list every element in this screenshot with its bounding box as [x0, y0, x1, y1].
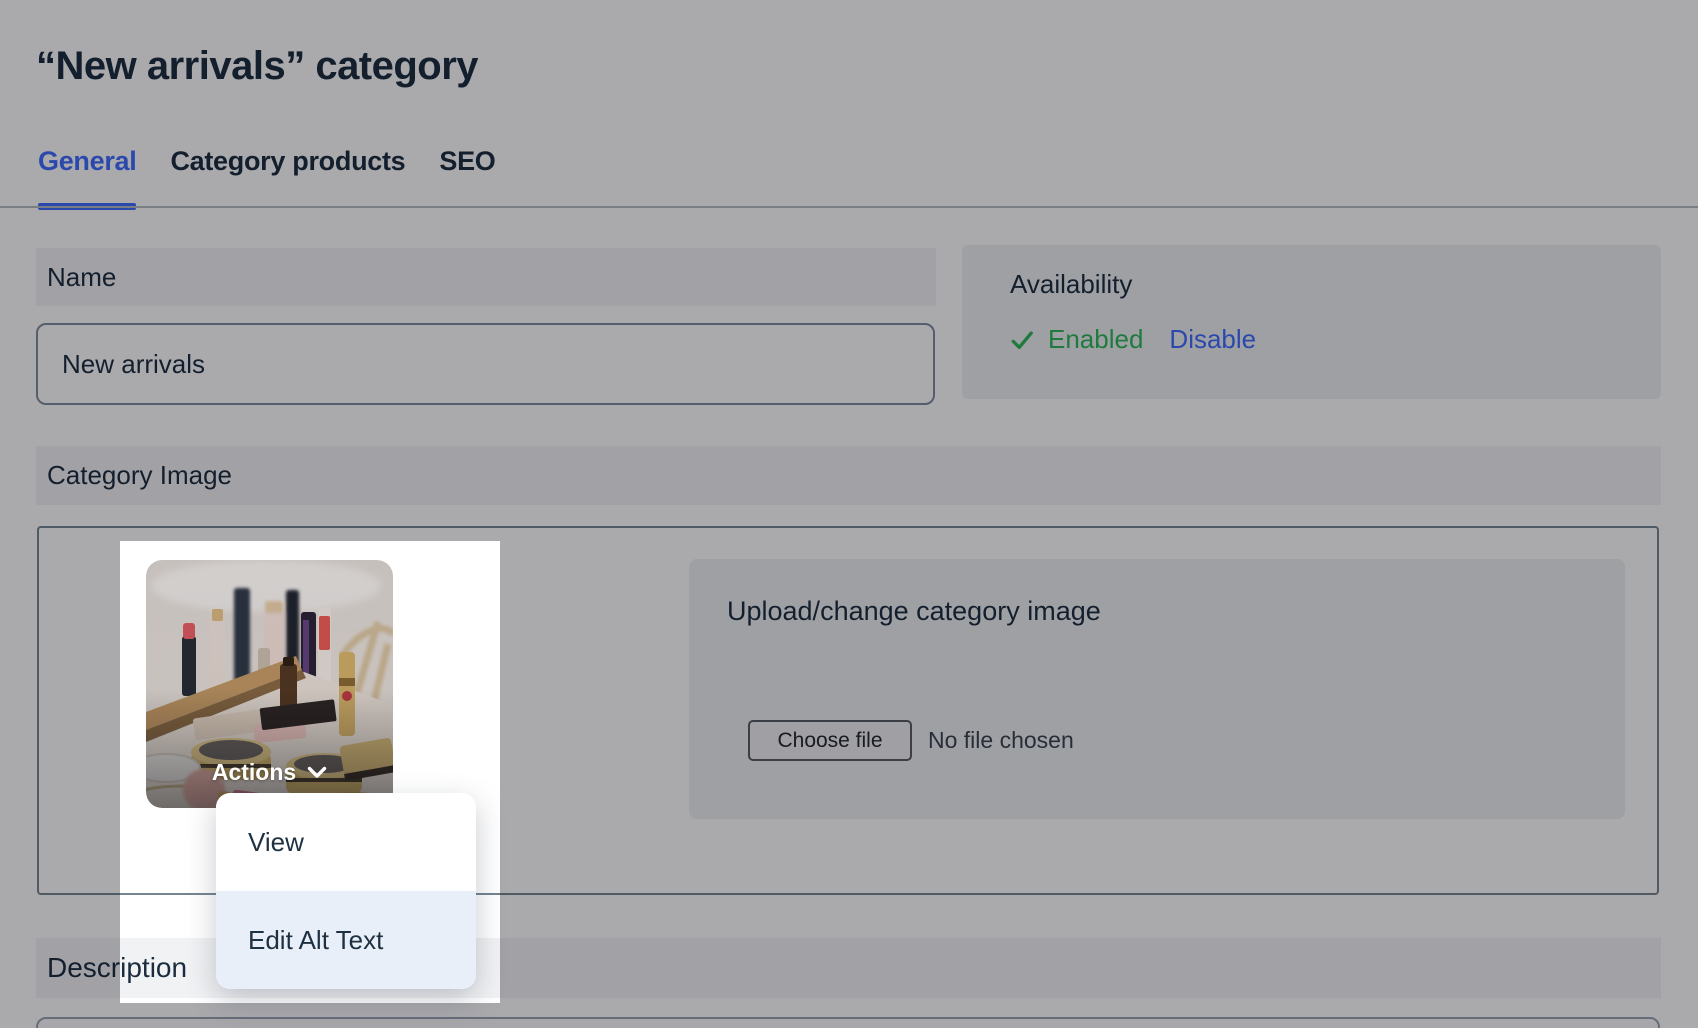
file-input[interactable]: Choose file No file chosen [748, 720, 1074, 761]
actions-button-label: Actions [212, 759, 296, 786]
choose-file-button[interactable]: Choose file [748, 720, 912, 761]
chevron-down-icon [307, 766, 327, 779]
menu-item-edit-alt-text[interactable]: Edit Alt Text [216, 891, 476, 989]
category-image-thumbnail[interactable]: Actions [146, 560, 393, 808]
availability-status-row: Enabled Disable [1010, 324, 1661, 355]
tabs-divider [0, 206, 1698, 208]
category-edit-page: “New arrivals” category General Category… [0, 0, 1698, 1028]
upload-panel: Upload/change category image Choose file… [689, 559, 1625, 819]
page-title: “New arrivals” category [36, 40, 478, 92]
availability-panel: Availability Enabled Disable [962, 245, 1661, 399]
tab-seo[interactable]: SEO [439, 139, 495, 210]
name-label: Name [36, 248, 936, 306]
availability-title: Availability [1010, 269, 1661, 300]
tab-general[interactable]: General [38, 139, 136, 210]
name-input[interactable] [36, 323, 935, 405]
status-badge: Enabled [1048, 324, 1143, 355]
tab-bar: General Category products SEO [38, 139, 496, 210]
menu-item-view[interactable]: View [216, 793, 476, 891]
check-icon [1010, 328, 1034, 352]
category-image-label: Category Image [36, 446, 1661, 505]
disable-link[interactable]: Disable [1169, 324, 1256, 355]
no-file-chosen-text: No file chosen [928, 727, 1074, 754]
actions-button[interactable]: Actions [146, 759, 393, 786]
actions-dropdown-menu: View Edit Alt Text [216, 793, 476, 989]
description-editor[interactable] [36, 1017, 1660, 1028]
tab-category-products[interactable]: Category products [170, 139, 405, 210]
upload-title: Upload/change category image [727, 596, 1101, 627]
